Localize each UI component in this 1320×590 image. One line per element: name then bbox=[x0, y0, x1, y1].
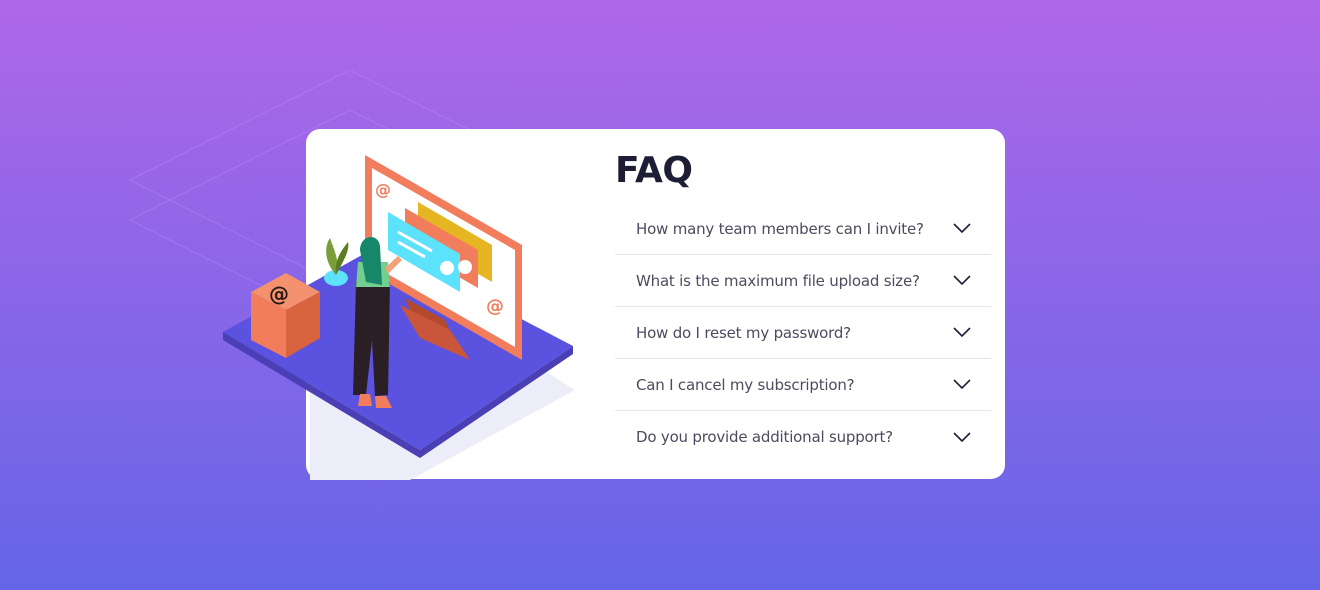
message-dot bbox=[458, 260, 472, 274]
faq-question: Do you provide additional support? bbox=[636, 428, 893, 446]
faq-item[interactable]: What is the maximum file upload size? bbox=[615, 255, 991, 307]
screen-at-symbol: @ bbox=[486, 296, 504, 317]
faq-section: FAQ How many team members can I invite? … bbox=[615, 149, 991, 463]
chevron-down-icon[interactable] bbox=[953, 223, 971, 234]
faq-question: Can I cancel my subscription? bbox=[636, 375, 855, 394]
faq-title: FAQ bbox=[615, 150, 693, 191]
chevron-down-icon[interactable] bbox=[953, 379, 971, 390]
hero-illustration: @ @ @ bbox=[223, 155, 575, 480]
faq-question: What is the maximum file upload size? bbox=[636, 271, 920, 290]
box-at-symbol: @ bbox=[269, 282, 289, 306]
faq-item[interactable]: How many team members can I invite? bbox=[615, 203, 991, 255]
faq-item[interactable]: Do you provide additional support? bbox=[615, 411, 991, 463]
chevron-down-icon[interactable] bbox=[953, 275, 971, 286]
faq-question: How do I reset my password? bbox=[636, 323, 851, 342]
faq-item[interactable]: Can I cancel my subscription? bbox=[615, 359, 991, 411]
faq-list: How many team members can I invite? What… bbox=[615, 203, 991, 463]
message-dot bbox=[440, 261, 454, 275]
faq-question: How many team members can I invite? bbox=[636, 219, 924, 238]
screen-at-symbol: @ bbox=[375, 180, 391, 199]
chevron-down-icon[interactable] bbox=[953, 327, 971, 338]
chevron-down-icon[interactable] bbox=[953, 431, 971, 443]
faq-item[interactable]: How do I reset my password? bbox=[615, 307, 991, 359]
